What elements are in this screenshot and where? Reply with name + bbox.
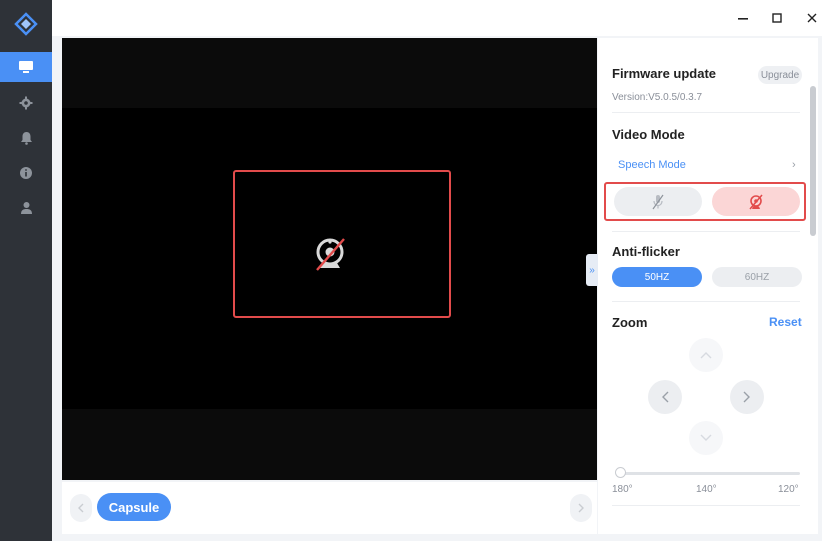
upgrade-button[interactable]: Upgrade bbox=[758, 66, 802, 84]
zoom-slider-thumb[interactable] bbox=[615, 467, 626, 478]
divider bbox=[612, 112, 800, 113]
user-icon bbox=[20, 202, 32, 214]
settings-panel: Firmware update Upgrade Version:V5.0.5/0… bbox=[598, 38, 818, 534]
capsule-button[interactable]: Capsule bbox=[97, 493, 171, 521]
sidebar-item-notifications[interactable] bbox=[0, 123, 52, 153]
pan-left-button[interactable] bbox=[648, 380, 682, 414]
chevron-left-icon bbox=[78, 503, 84, 513]
left-sidebar bbox=[0, 0, 52, 541]
minimize-button[interactable] bbox=[733, 8, 753, 28]
chevron-up-icon bbox=[700, 352, 712, 359]
video-preview bbox=[62, 38, 597, 480]
pan-up-button[interactable] bbox=[689, 338, 723, 372]
camera-off-icon bbox=[749, 194, 763, 209]
info-icon bbox=[20, 167, 32, 179]
chevron-right-icon[interactable]: › bbox=[792, 159, 796, 171]
sidebar-item-camera[interactable] bbox=[0, 52, 52, 82]
sidebar-item-about[interactable] bbox=[0, 158, 52, 188]
gear-icon bbox=[19, 96, 33, 110]
minimize-icon bbox=[738, 18, 748, 20]
zoom-tick-140: 140° bbox=[696, 484, 717, 495]
bottom-bar: Capsule bbox=[62, 482, 597, 534]
sidebar-item-settings[interactable] bbox=[0, 88, 52, 118]
flicker-50hz-option[interactable]: 50HZ bbox=[612, 267, 702, 287]
divider bbox=[612, 505, 800, 506]
video-letterbox-bottom bbox=[62, 409, 597, 480]
maximize-button[interactable] bbox=[767, 8, 787, 28]
title-bar bbox=[52, 0, 822, 36]
divider bbox=[612, 301, 800, 302]
zoom-reset-button[interactable]: Reset bbox=[769, 315, 802, 329]
zoom-tick-180: 180° bbox=[612, 484, 633, 495]
mic-toggle-button[interactable] bbox=[614, 187, 702, 216]
double-chevron-right-icon: » bbox=[589, 264, 595, 276]
chevron-down-icon bbox=[700, 434, 712, 441]
divider bbox=[612, 231, 800, 232]
camera-toggle-button[interactable] bbox=[712, 187, 800, 216]
pan-right-button[interactable] bbox=[730, 380, 764, 414]
chevron-right-icon bbox=[578, 503, 584, 513]
firmware-version: Version:V5.0.5/0.3.7 bbox=[612, 92, 703, 103]
sidebar-item-account[interactable] bbox=[0, 193, 52, 223]
monitor-icon bbox=[19, 61, 33, 73]
app-window: » Capsule Firmware update Upgrade Versio… bbox=[0, 0, 822, 541]
zoom-slider-track[interactable] bbox=[620, 472, 800, 475]
bell-icon bbox=[20, 132, 32, 145]
anti-flicker-title: Anti-flicker bbox=[612, 244, 680, 259]
camera-off-icon bbox=[316, 238, 345, 271]
panel-collapse-handle[interactable]: » bbox=[586, 254, 598, 286]
panel-scrollbar[interactable] bbox=[810, 86, 816, 236]
pan-down-button[interactable] bbox=[689, 421, 723, 455]
app-logo-icon bbox=[0, 12, 52, 42]
close-icon bbox=[807, 13, 817, 23]
video-letterbox-top bbox=[62, 38, 597, 108]
zoom-tick-120: 120° bbox=[778, 484, 799, 495]
video-mode-title: Video Mode bbox=[612, 127, 685, 142]
firmware-title: Firmware update bbox=[612, 66, 717, 81]
maximize-icon bbox=[772, 13, 782, 23]
chevron-right-icon bbox=[743, 391, 750, 403]
scroll-right-button[interactable] bbox=[570, 494, 592, 522]
close-button[interactable] bbox=[802, 8, 822, 28]
mic-off-icon bbox=[652, 194, 664, 209]
flicker-60hz-option[interactable]: 60HZ bbox=[712, 267, 802, 287]
zoom-title: Zoom bbox=[612, 315, 648, 330]
video-mode-select[interactable]: Speech Mode bbox=[618, 159, 686, 171]
scroll-left-button[interactable] bbox=[70, 494, 92, 522]
chevron-left-icon bbox=[662, 391, 669, 403]
